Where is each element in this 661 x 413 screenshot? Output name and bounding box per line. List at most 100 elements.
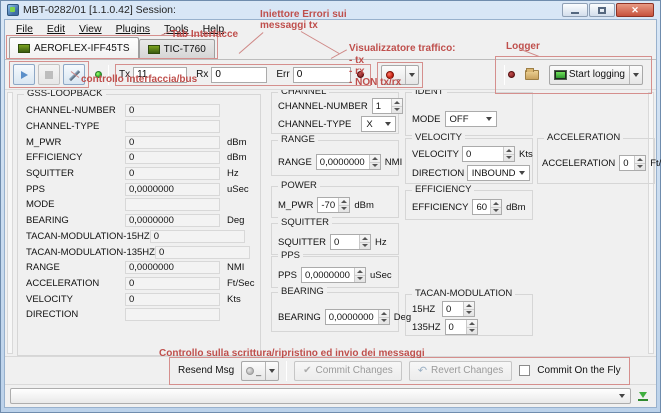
resend-msg-button[interactable]: _ [241,361,279,381]
gss-row: M_PWR0dBm [18,134,260,150]
minimize-button[interactable] [562,3,588,17]
chevron-down-icon [385,122,391,126]
gss-row: VELOCITY0Kts [18,291,260,307]
range-group: RANGE RANGE 0,0000000 NMI [271,140,399,176]
log-folder-button[interactable] [525,70,539,80]
toolbar-separator [504,65,505,85]
traffic-led-icon [357,71,364,78]
squitter-group-title: SQUITTER [278,217,332,228]
bearing-group: BEARING BEARING 0,0000000 Deg [271,292,399,332]
tacan-modulation-group: TACAN-MODULATION 15HZ 0 135HZ 0 [405,294,533,336]
spin-buttons[interactable] [391,99,402,113]
send-message-button[interactable] [635,388,651,404]
squitter-spinbox[interactable]: 0 [330,234,371,250]
spin-buttons[interactable] [634,156,645,170]
err-count-field[interactable] [293,67,351,83]
readonly-field [125,120,220,133]
interface-status-led-icon [95,71,102,78]
efficiency-spinbox[interactable]: 60 [472,199,502,215]
start-logging-button[interactable]: Start logging [549,65,643,85]
ident-mode-combobox[interactable]: OFF [445,111,497,127]
tab-aeroflex-iff45ts[interactable]: AEROFLEX-IFF45TS [9,37,139,58]
commit-on-the-fly-checkbox[interactable] [519,365,530,376]
range-group-title: RANGE [278,134,318,145]
resend-msg-dropdown[interactable] [265,362,278,380]
pencil-icon [68,69,80,81]
spin-buttons[interactable] [369,155,380,169]
spin-buttons[interactable] [338,198,349,212]
acceleration-group-title: ACCELERATION [544,132,623,143]
spin-buttons[interactable] [378,310,389,324]
bus-control-annotation-box [9,61,89,88]
commit-changes-button: ✔ Commit Changes [294,361,402,381]
spin-buttons[interactable] [463,302,474,316]
gss-row: PPS0,0000000uSec [18,181,260,197]
spin-buttons[interactable] [466,320,477,334]
tx-count-field[interactable] [133,67,187,83]
error-injector-button[interactable]: _ [381,65,419,85]
logging-icon [554,70,567,80]
direction-combobox[interactable]: INBOUND [467,165,530,181]
spin-buttons[interactable] [354,268,365,282]
pps-group: PPS PPS 0,0000000 uSec [271,256,399,288]
logger-annotation-box: Start logging [495,56,652,94]
channel-number-spinbox[interactable]: 1 [372,98,403,114]
message-bar [5,385,656,407]
spin-buttons[interactable] [503,147,514,161]
gss-row: SQUITTER0Hz [18,166,260,182]
gss-row: TACAN-MODULATION-15HZ0 [18,229,260,245]
tab-tic-t760[interactable]: TIC-T760 [139,39,215,58]
readonly-field: 0,0000000 [125,183,220,196]
maximize-button[interactable] [589,3,615,17]
pps-spinbox[interactable]: 0,0000000 [301,267,366,283]
panel-splitter-left[interactable] [7,92,13,354]
session-panel: GSS-LOOPBACK CHANNEL-NUMBER0 CHANNEL-TYP… [5,90,656,357]
gss-row: EFFICIENCY0dBm [18,150,260,166]
rx-label: Rx [196,69,208,80]
gss-row: BEARING0,0000000Deg [18,213,260,229]
error-injector-icon [386,71,394,79]
chevron-down-icon [519,171,525,175]
app-icon [7,4,19,16]
readonly-field: 0,0000000 [125,214,220,227]
spin-buttons[interactable] [359,235,370,249]
tacan-135hz-spinbox[interactable]: 0 [445,319,478,335]
readonly-field: 0 [150,230,245,243]
traffic-annotation-box: Tx Rx Err [115,64,371,86]
close-button[interactable]: ✕ [616,3,654,17]
logger-status-led-icon [508,71,515,78]
range-spinbox[interactable]: 0,0000000 [316,154,381,170]
bearing-spinbox[interactable]: 0,0000000 [325,309,390,325]
efficiency-group: EFFICIENCY EFFICIENCY 60 dBm [405,190,533,220]
channel-type-combobox[interactable]: X [361,116,396,132]
gss-row: ACCELERATION0Ft/Sec [18,276,260,292]
chevron-down-icon [619,394,625,398]
ident-group: IDENT MODE OFF [405,92,533,136]
tx-label: Tx [119,69,130,80]
rx-count-field[interactable] [211,67,267,83]
edit-interface-button[interactable] [63,64,85,85]
m-pwr-spinbox[interactable]: -70 [317,197,350,213]
spin-buttons[interactable] [490,200,501,214]
panel-splitter-right[interactable] [648,92,654,354]
interface-chip-icon [18,44,30,53]
check-icon: ✔ [303,365,311,376]
send-icon [639,392,647,398]
acceleration-spinbox[interactable]: 0 [619,155,646,171]
toolbar: Tx Rx Err _ [5,60,656,90]
err-label: Err [276,69,289,80]
start-interface-button[interactable] [13,64,35,85]
start-logging-dropdown[interactable] [629,66,642,84]
readonly-field: 0 [125,293,220,306]
client-area: File Edit View Plugins Tools Help AEROFL… [4,19,657,408]
undo-icon: ↶ [418,366,427,376]
chevron-down-icon [269,369,275,373]
pps-group-title: PPS [278,250,303,261]
error-injector-dropdown[interactable] [405,66,418,84]
resend-label: Resend Msg [178,365,234,376]
commit-bar: Resend Msg _ ✔ Commit Changes ↶ Revert C… [5,357,656,385]
tacan-15hz-spinbox[interactable]: 0 [442,301,475,317]
velocity-spinbox[interactable]: 0 [462,146,515,162]
stop-interface-button [38,64,60,85]
message-combobox[interactable] [10,388,631,404]
